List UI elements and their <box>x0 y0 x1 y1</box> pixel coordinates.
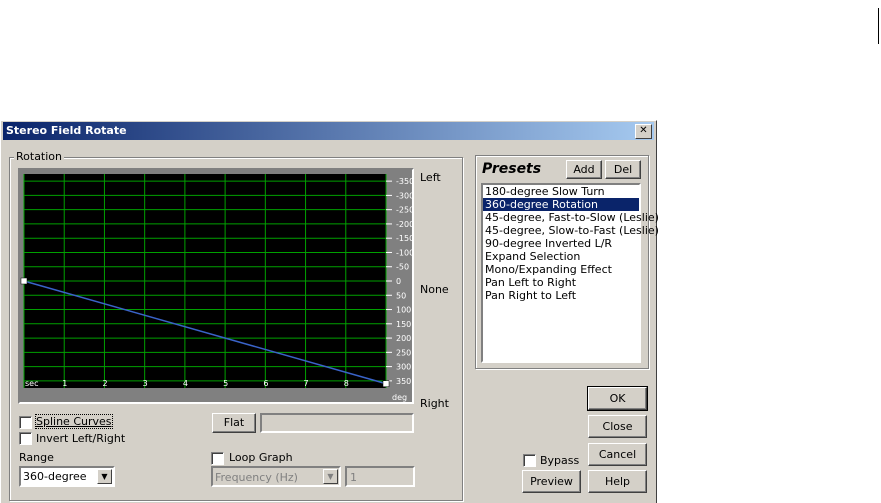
invert-left-right-label[interactable]: Invert Left/Right <box>36 432 125 445</box>
x-unit-label: sec <box>25 379 39 388</box>
side-label-left: Left <box>420 171 441 184</box>
ok-button[interactable]: OK <box>587 386 648 411</box>
bypass-checkbox[interactable] <box>523 454 536 467</box>
title-bar: Stereo Field Rotate ✕ <box>3 122 654 140</box>
window-title: Stereo Field Rotate <box>6 124 127 137</box>
y-tick-label: -50 <box>396 263 409 272</box>
y-tick-label: -100 <box>396 248 412 257</box>
y-tick-label: 300 <box>396 363 411 372</box>
x-tick-label: 1 <box>62 379 67 388</box>
chevron-down-icon: ▼ <box>323 469 338 484</box>
side-label-right: Right <box>420 397 449 410</box>
x-tick-label: 4 <box>183 379 188 388</box>
preset-item[interactable]: 180-degree Slow Turn <box>483 185 639 198</box>
preset-item[interactable]: Expand Selection <box>483 250 639 263</box>
screen-edge-line <box>878 8 879 44</box>
bypass-label[interactable]: Bypass <box>540 454 579 467</box>
cancel-button[interactable]: Cancel <box>588 443 647 466</box>
preset-item[interactable]: 90-degree Inverted L/R <box>483 237 639 250</box>
frequency-input-value: 1 <box>350 471 357 484</box>
presets-title: Presets <box>482 161 542 177</box>
x-tick-label: 7 <box>304 379 309 388</box>
help-button[interactable]: Help <box>588 470 647 493</box>
y-tick-label: 50 <box>396 291 406 300</box>
flat-button[interactable]: Flat <box>212 413 256 433</box>
preset-item[interactable]: 360-degree Rotation <box>483 198 639 211</box>
invert-left-right-checkbox[interactable] <box>19 432 32 445</box>
y-tick-label: 150 <box>396 320 411 329</box>
add-preset-button[interactable]: Add <box>566 160 602 179</box>
y-tick-label: -200 <box>396 220 412 229</box>
y-unit-label: deg <box>392 393 407 402</box>
rotation-graph[interactable]: -350 -300 -250 -200 -150 -100 -50 0 50 100 150 200 2… <box>18 168 414 404</box>
presets-list[interactable]: 180-degree Slow Turn 360-degree Rotation 4… <box>481 183 659 363</box>
preset-item[interactable]: 45-degree, Fast-to-Slow (Leslie) <box>483 211 659 224</box>
preview-button[interactable]: Preview <box>522 470 581 493</box>
spline-curves-checkbox[interactable] <box>19 416 32 429</box>
range-select-value: 360-degree <box>23 470 87 483</box>
preset-item[interactable]: Pan Right to Left <box>483 289 639 302</box>
curve-handle <box>20 277 28 285</box>
preset-item[interactable]: Mono/Expanding Effect <box>483 263 639 276</box>
loop-graph-label[interactable]: Loop Graph <box>229 451 293 464</box>
rotation-group-label: Rotation <box>14 150 65 163</box>
x-tick-label: 6 <box>263 379 268 388</box>
spline-curves-label[interactable]: Spline Curves <box>35 414 113 429</box>
preset-item[interactable]: 45-degree, Slow-to-Fast (Leslie) <box>483 224 659 237</box>
y-tick-label: 100 <box>396 306 411 315</box>
close-button[interactable]: Close <box>588 415 647 438</box>
rotation-plot-svg[interactable]: -350 -300 -250 -200 -150 -100 -50 0 50 100 150 200 2… <box>20 170 412 402</box>
frequency-input: 1 <box>345 466 415 487</box>
range-label: Range <box>19 451 54 464</box>
delete-preset-button[interactable]: Del <box>605 160 641 179</box>
y-tick-label: 0 <box>396 277 401 286</box>
y-tick-label: 350 <box>396 377 411 386</box>
frequency-select: Frequency (Hz) ▼ <box>211 466 341 487</box>
range-select[interactable]: 360-degree ▼ <box>19 466 115 487</box>
x-tick-label: 8 <box>344 379 349 388</box>
y-tick-label: -300 <box>396 191 412 200</box>
flat-value-field <box>260 413 414 433</box>
x-tick-label: 3 <box>143 379 148 388</box>
y-tick-label: -250 <box>396 206 412 215</box>
x-tick-label: 5 <box>223 379 228 388</box>
y-tick-label: -350 <box>396 177 412 186</box>
frequency-select-value: Frequency (Hz) <box>215 471 298 484</box>
y-tick-label: -150 <box>396 234 412 243</box>
stereo-field-rotate-dialog: Stereo Field Rotate ✕ Rotation -350 -300-… <box>0 120 659 503</box>
chevron-down-icon[interactable]: ▼ <box>97 469 112 484</box>
close-window-button[interactable]: ✕ <box>635 124 652 139</box>
loop-graph-checkbox[interactable] <box>211 452 224 465</box>
y-tick-label: 250 <box>396 348 411 357</box>
curve-handle <box>382 380 390 387</box>
x-tick-label: 2 <box>102 379 107 388</box>
y-tick-label: 200 <box>396 334 411 343</box>
side-label-none: None <box>420 283 449 296</box>
preset-item[interactable]: Pan Left to Right <box>483 276 639 289</box>
